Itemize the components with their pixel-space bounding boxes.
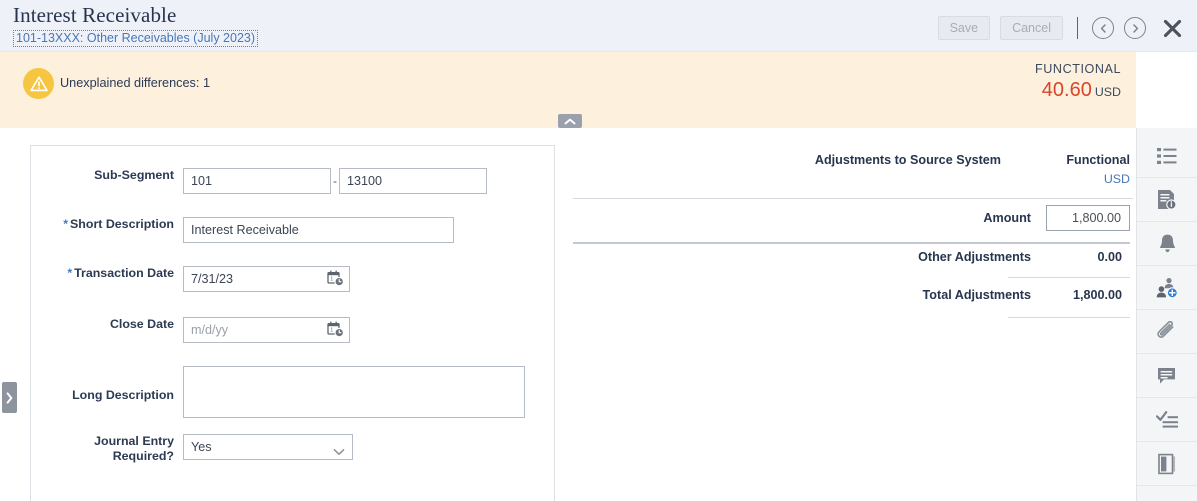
total-adjustments-label: Total Adjustments <box>721 288 1031 302</box>
divider-other <box>1008 277 1130 278</box>
row-other-adjustments: Other Adjustments 0.00 <box>721 250 1130 264</box>
required-asterisk: * <box>67 266 72 280</box>
calendar-clock-icon[interactable]: 1 <box>327 270 344 292</box>
functional-label: FUNCTIONAL <box>1035 62 1121 76</box>
sub-segment-input-2[interactable] <box>339 168 487 194</box>
journal-entry-required-label: Journal Entry Required? <box>31 434 183 464</box>
other-adjustments-value: 0.00 <box>1046 250 1130 264</box>
required-asterisk: * <box>63 217 68 231</box>
paperclip-icon <box>1156 321 1178 343</box>
close-icon <box>1162 18 1183 39</box>
amount-label: Amount <box>721 211 1031 225</box>
expand-left-panel-handle[interactable] <box>2 382 17 413</box>
field-transaction-date: *Transaction Date 1 <box>31 266 350 292</box>
rail-item-document-info[interactable] <box>1137 178 1197 222</box>
divider-total <box>1008 317 1130 318</box>
field-journal-entry-required: Journal Entry Required? <box>31 434 353 464</box>
short-description-input[interactable] <box>183 217 454 243</box>
transaction-detail-page: Interest Receivable 101-13XXX: Other Rec… <box>0 0 1197 501</box>
warning-message: Unexplained differences: 1 <box>60 76 210 90</box>
rail-item-history[interactable] <box>1137 442 1197 486</box>
chevron-right-icon <box>6 392 13 404</box>
adjustments-column-currency: USD <box>1104 172 1130 186</box>
rail-item-checklist[interactable] <box>1137 398 1197 442</box>
field-long-description: Long Description <box>31 366 525 418</box>
transaction-date-input[interactable] <box>183 266 350 292</box>
rail-item-assignees[interactable] <box>1137 266 1197 310</box>
total-adjustments-value: 1,800.00 <box>1046 288 1130 302</box>
functional-summary: FUNCTIONAL 40.60USD <box>1035 62 1121 102</box>
field-short-description: *Short Description <box>31 217 454 243</box>
header-actions: Save Cancel <box>938 16 1183 40</box>
next-record-button[interactable] <box>1124 17 1146 39</box>
field-close-date: Close Date 1 <box>31 317 350 343</box>
row-total-adjustments: Total Adjustments 1,800.00 <box>721 288 1130 302</box>
journal-entry-select-wrapper <box>183 434 353 460</box>
close-date-input[interactable] <box>183 317 350 343</box>
page-title: Interest Receivable <box>13 3 176 28</box>
chevron-up-icon <box>564 118 576 125</box>
long-description-label: Long Description <box>31 366 183 403</box>
rail-item-attachments[interactable] <box>1137 310 1197 354</box>
divider-top <box>573 198 1133 199</box>
sub-segment-input-1[interactable] <box>183 168 331 194</box>
rail-item-list[interactable] <box>1137 134 1197 178</box>
divider-amount <box>573 242 1130 244</box>
adjustments-title: Adjustments to Source System <box>815 153 1001 167</box>
calendar-clock-icon[interactable]: 1 <box>327 321 344 343</box>
page-header: Interest Receivable 101-13XXX: Other Rec… <box>0 0 1197 52</box>
sub-segment-separator: - <box>331 168 339 194</box>
cancel-button[interactable]: Cancel <box>1000 16 1063 40</box>
adjustments-panel: Adjustments to Source System Functional … <box>573 145 1133 197</box>
row-amount: Amount <box>721 205 1130 231</box>
transaction-form-panel: Sub-Segment - *Short Description *Transa… <box>30 145 555 501</box>
close-button[interactable] <box>1162 18 1183 39</box>
close-date-label: Close Date <box>31 317 183 332</box>
side-icon-rail <box>1136 128 1197 501</box>
checklist-icon <box>1156 410 1179 430</box>
save-button[interactable]: Save <box>938 16 991 40</box>
bell-icon <box>1157 233 1178 254</box>
field-sub-segment: Sub-Segment - <box>31 168 487 194</box>
svg-text:1: 1 <box>330 276 333 282</box>
functional-currency: USD <box>1095 85 1121 99</box>
assignees-icon <box>1156 277 1179 299</box>
adjustments-header: Adjustments to Source System Functional … <box>573 145 1133 197</box>
long-description-textarea[interactable] <box>183 366 525 418</box>
collapse-banner-handle[interactable] <box>558 114 582 128</box>
book-icon <box>1156 453 1178 475</box>
transaction-date-label: *Transaction Date <box>31 266 183 281</box>
rail-item-notifications[interactable] <box>1137 222 1197 266</box>
breadcrumb-link[interactable]: 101-13XXX: Other Receivables (July 2023) <box>13 30 258 47</box>
transaction-date-wrapper: 1 <box>183 266 350 292</box>
list-icon <box>1156 146 1178 166</box>
chevron-right-icon <box>1131 24 1140 33</box>
journal-entry-required-select[interactable] <box>183 434 353 460</box>
short-description-label: *Short Description <box>31 217 183 232</box>
sub-segment-label: Sub-Segment <box>31 168 183 183</box>
action-divider <box>1077 17 1078 39</box>
functional-amount-row: 40.60USD <box>1035 79 1121 102</box>
chevron-left-icon <box>1099 24 1108 33</box>
document-info-icon <box>1156 189 1178 211</box>
functional-amount: 40.60 <box>1042 79 1092 101</box>
rail-item-comments[interactable] <box>1137 354 1197 398</box>
previous-record-button[interactable] <box>1092 17 1114 39</box>
svg-text:1: 1 <box>330 327 333 333</box>
comment-icon <box>1156 366 1178 386</box>
warning-icon <box>23 68 54 99</box>
other-adjustments-label: Other Adjustments <box>721 250 1031 264</box>
close-date-wrapper: 1 <box>183 317 350 343</box>
page-body: Sub-Segment - *Short Description *Transa… <box>0 128 1136 501</box>
amount-input[interactable] <box>1046 205 1130 231</box>
adjustments-column-functional: Functional <box>1066 153 1130 167</box>
